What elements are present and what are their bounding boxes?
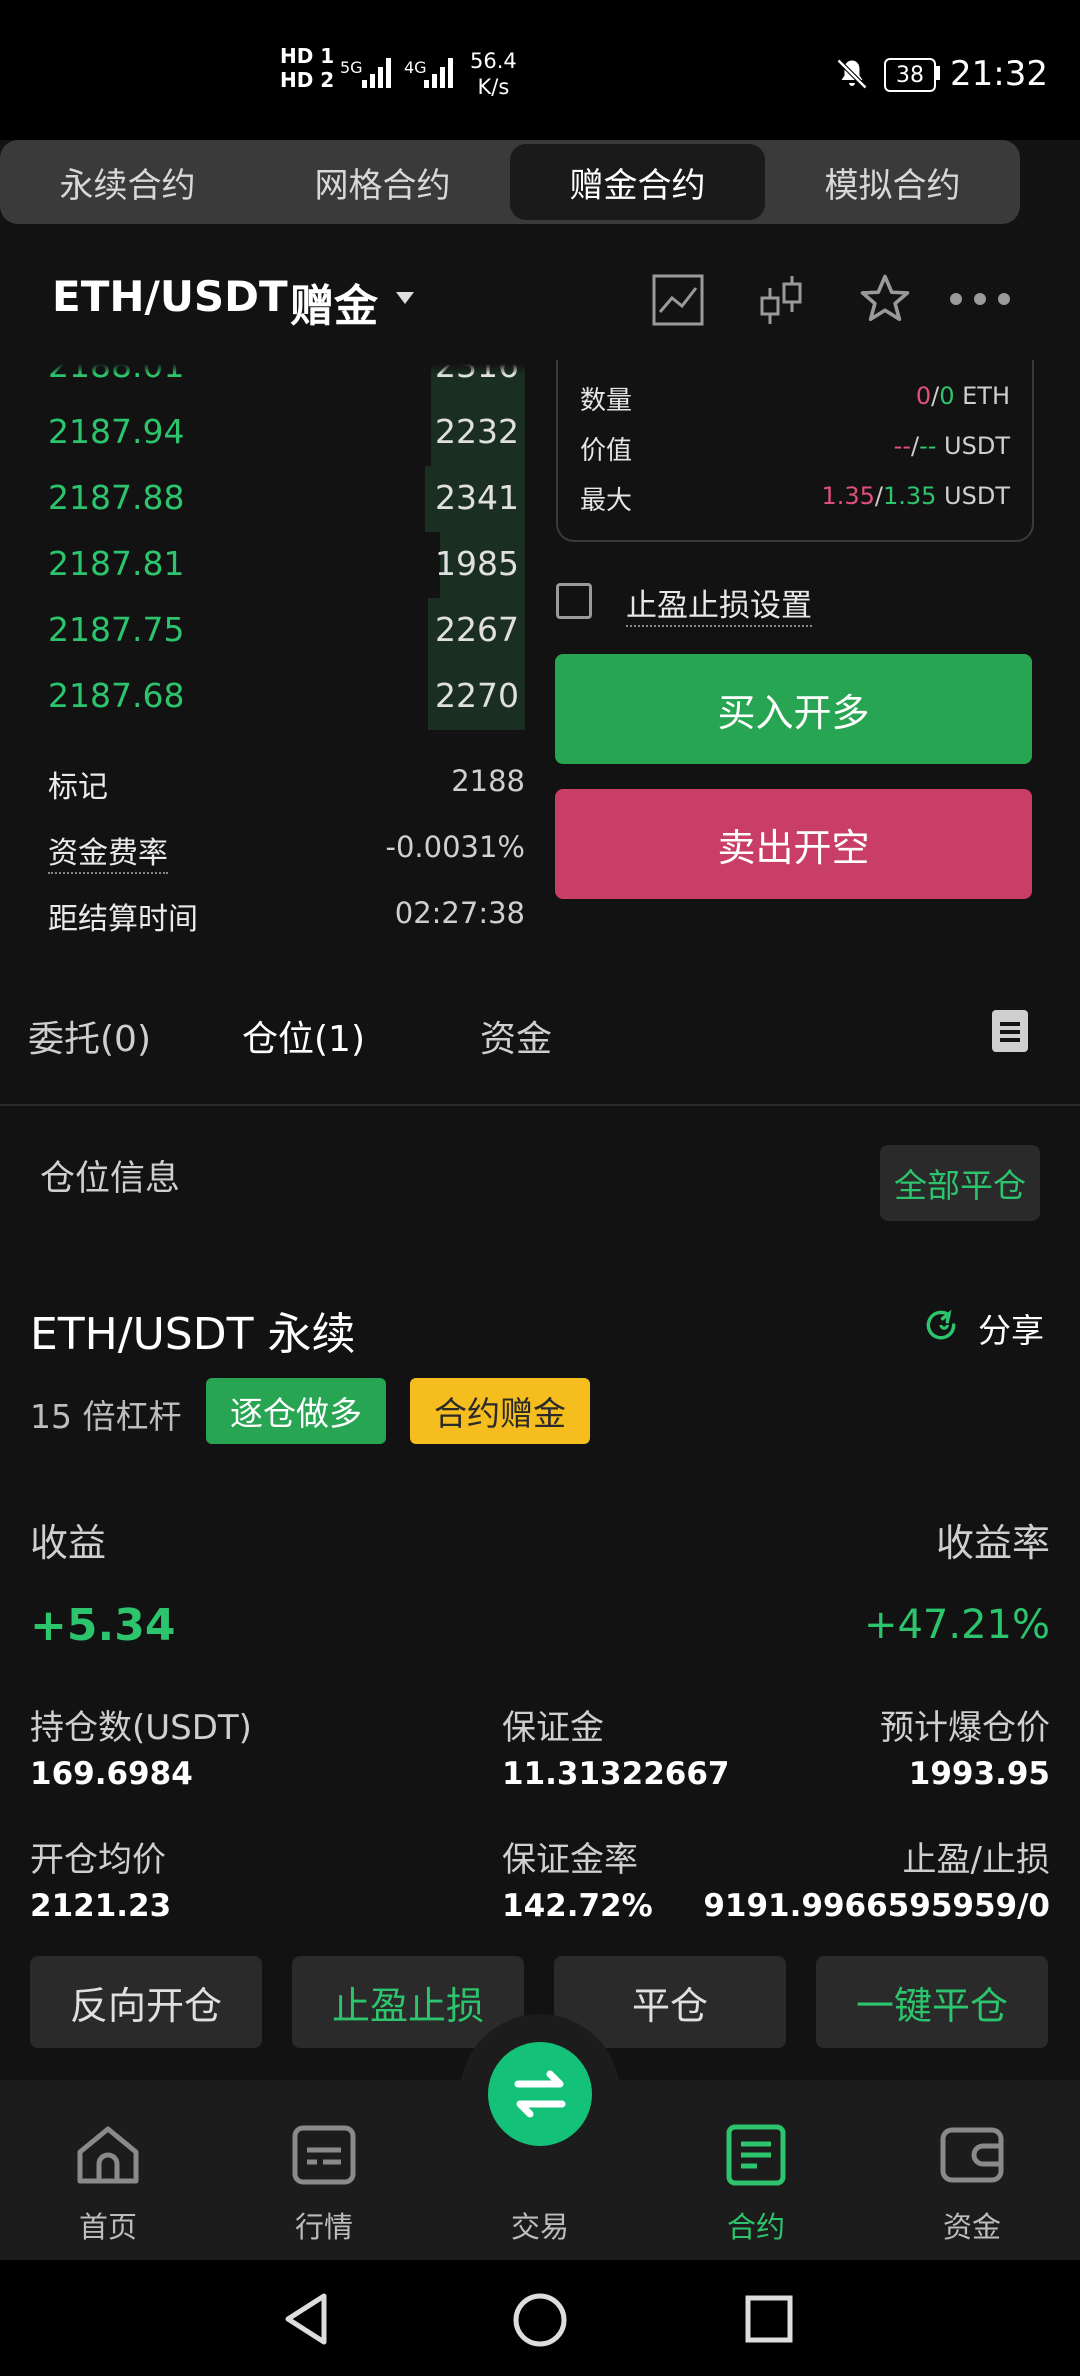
mark-value: 2188 (451, 764, 525, 798)
max-label: 最大 (580, 486, 633, 516)
network1-label: 5G (340, 58, 363, 77)
clock: 21:32 (950, 54, 1048, 94)
pnl-value: +5.34 (30, 1600, 176, 1651)
sim1-label: HD 1 (280, 44, 335, 68)
star-icon[interactable] (858, 272, 912, 326)
order-info-box: 数量 0/0 ETH 价值 --/-- USDT 最大 1.35/1.35 US… (556, 360, 1034, 542)
network-speed: 56.4 K/s (470, 49, 517, 99)
quantity-value: 0/0 ETH (915, 382, 1010, 410)
tab-positions[interactable]: 仓位(1) (242, 1010, 365, 1062)
position-info-title: 仓位信息 (40, 1159, 181, 1199)
tpsl-value: 9191.9966595959/0 (703, 1888, 1050, 1924)
mark-label: 标记 (48, 770, 108, 805)
battery-level: 38 (896, 62, 924, 88)
order-book-row[interactable]: 2187.75 2267 (0, 598, 525, 664)
sim-indicator: HD 1 HD 2 (280, 44, 334, 92)
pair-tag[interactable]: 赠金 (290, 270, 378, 334)
mute-bell-icon (836, 58, 868, 90)
contract-type-tabs: 永续合约 网格合约 赠金合约 模拟合约 (0, 140, 1020, 224)
signal2-icon (424, 58, 453, 88)
funding-rate-value: -0.0031% (385, 830, 526, 864)
value-label: 价值 (580, 436, 633, 466)
order-book-row[interactable]: 2187.94 2232 (0, 400, 525, 466)
system-nav-bar (0, 2260, 1080, 2376)
close-all-button[interactable]: 全部平仓 (880, 1145, 1040, 1221)
tab-simulated[interactable]: 模拟合约 (765, 140, 1020, 224)
liquidation-value: 1993.95 (908, 1756, 1050, 1792)
share-icon[interactable] (922, 1306, 960, 1344)
order-book-row[interactable]: 2187.88 2341 (0, 466, 525, 532)
quantity-label: 数量 (580, 386, 633, 416)
order-book-row[interactable]: 2187.68 2270 (0, 664, 525, 730)
battery-tip (936, 66, 940, 80)
position-size-value: 169.6984 (30, 1756, 193, 1792)
share-label[interactable]: 分享 (978, 1304, 1044, 1352)
home-circle-icon[interactable] (512, 2292, 568, 2348)
tab-funds[interactable]: 资金 (480, 1010, 552, 1062)
tpsl-label: 止盈/止损 (902, 1840, 1050, 1880)
tab-grid[interactable]: 网格合约 (255, 140, 510, 224)
contract-icon (726, 2124, 786, 2186)
settlement-time-label: 距结算时间 (48, 902, 198, 937)
position-title[interactable]: ETH/USDT 永续 (30, 1298, 355, 1362)
battery-icon: 38 (884, 58, 936, 92)
tpsl-settings-label[interactable]: 止盈止损设置 (626, 580, 812, 627)
liquidation-label: 预计爆仓价 (880, 1708, 1050, 1748)
nav-home[interactable]: 首页 (0, 2080, 216, 2260)
margin-rate-label: 保证金率 (502, 1840, 638, 1880)
entry-price-label: 开仓均价 (30, 1840, 166, 1880)
leverage-label: 15 倍杠杆 (30, 1397, 182, 1436)
bottom-nav: 首页 行情 交易 合约 资金 (0, 2014, 1080, 2260)
tab-bonus[interactable]: 赠金合约 (510, 144, 765, 220)
swap-icon (488, 2042, 592, 2146)
position-size-label: 持仓数(USDT) (30, 1708, 252, 1748)
nav-market[interactable]: 行情 (216, 2080, 432, 2260)
recents-icon[interactable] (744, 2294, 794, 2344)
pnl-label: 收益 (30, 1521, 107, 1565)
nav-trade[interactable]: 交易 (432, 2014, 648, 2260)
tab-orders[interactable]: 委托(0) (28, 1010, 151, 1062)
tab-divider (0, 1104, 1080, 1106)
one-click-close-button[interactable]: 一键平仓 (816, 1956, 1048, 2048)
contract-bonus-badge: 合约赠金 (410, 1378, 590, 1444)
buy-long-button[interactable]: 买入开多 (555, 654, 1032, 764)
pnl-rate-value: +47.21% (863, 1602, 1050, 1648)
reverse-open-button[interactable]: 反向开仓 (30, 1956, 262, 2048)
nav-funds[interactable]: 资金 (864, 2080, 1080, 2260)
signal1-icon (362, 58, 391, 88)
document-list-icon[interactable] (992, 1010, 1028, 1052)
margin-rate-value: 142.72% (502, 1888, 653, 1924)
candlestick-icon[interactable] (758, 274, 804, 328)
tpsl-checkbox[interactable] (556, 583, 592, 619)
pnl-rate-label: 收益率 (935, 1521, 1050, 1565)
sell-short-button[interactable]: 卖出开空 (555, 789, 1032, 899)
settlement-time-value: 02:27:38 (394, 896, 525, 930)
home-icon (77, 2126, 139, 2184)
sim2-label: HD 2 (280, 68, 335, 92)
margin-value: 11.31322667 (502, 1756, 730, 1792)
more-icon[interactable] (948, 290, 1012, 308)
pair-symbol[interactable]: ETH/USDT (52, 272, 288, 321)
tab-perpetual[interactable]: 永续合约 (0, 140, 255, 224)
order-book-row[interactable]: 2187.81 1985 (0, 532, 525, 598)
chevron-down-icon[interactable] (396, 292, 414, 304)
isolated-long-badge: 逐仓做多 (206, 1378, 386, 1444)
entry-price-value: 2121.23 (30, 1888, 172, 1924)
margin-label: 保证金 (502, 1708, 604, 1748)
chart-icon[interactable] (652, 274, 704, 326)
status-bar: HD 1 HD 2 5G 4G 56.4 K/s 38 21:32 (0, 0, 1080, 140)
market-icon (292, 2125, 356, 2185)
back-icon[interactable] (282, 2292, 332, 2346)
nav-contract[interactable]: 合约 (648, 2080, 864, 2260)
fade-overlay (0, 364, 540, 374)
value-value: --/-- USDT (893, 432, 1010, 460)
max-value: 1.35/1.35 USDT (821, 482, 1010, 510)
funding-rate-label[interactable]: 资金费率 (48, 828, 168, 874)
wallet-icon (940, 2127, 1004, 2183)
